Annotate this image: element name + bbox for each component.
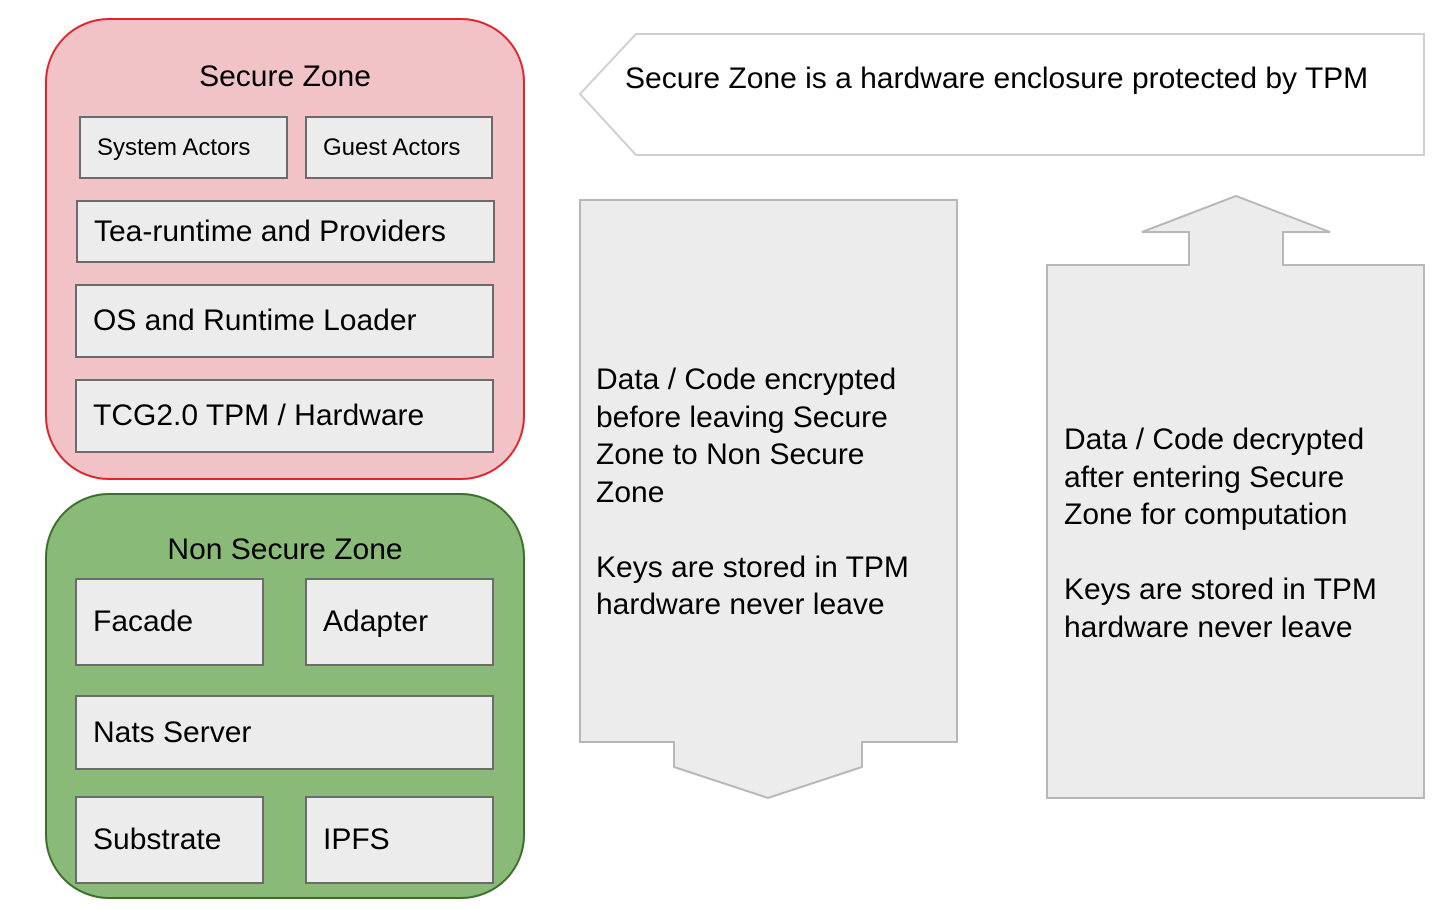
down-arrow-text: Data / Code encrypted before leaving Sec… <box>596 363 909 621</box>
callout-text: Secure Zone is a hardware enclosure prot… <box>625 62 1369 95</box>
up-arrow-text: Data / Code decrypted after entering Sec… <box>1064 423 1377 644</box>
